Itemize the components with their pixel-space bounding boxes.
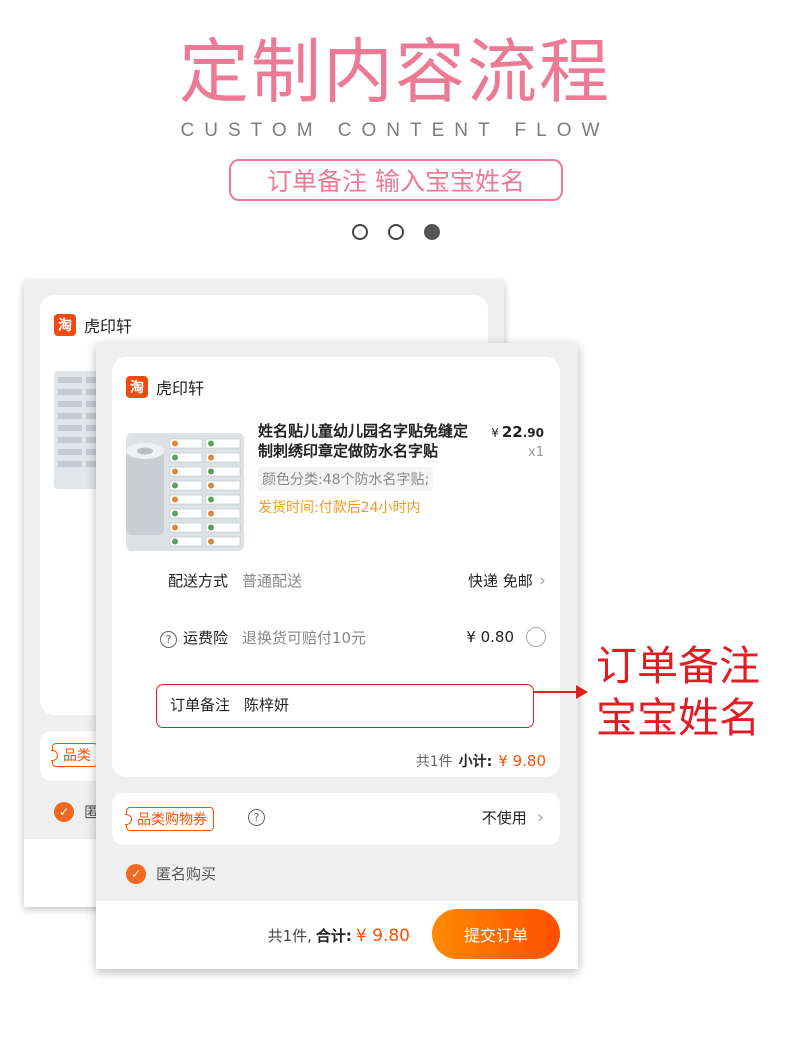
chevron-right-icon: › <box>536 807 544 828</box>
price-decimal: .90 <box>522 426 544 440</box>
insurance-row: ? 运费险 退换货可赔付10元 ¥ 0.80 <box>126 625 546 649</box>
annotation-line-1: 订单备注 <box>596 642 760 690</box>
back-shop-name: 虎印轩 <box>84 317 133 336</box>
delivery-row[interactable]: 配送方式 普通配送 快递 免邮 › <box>126 568 546 592</box>
step-dot-3-active <box>424 224 440 240</box>
product-title[interactable]: 姓名贴儿童幼儿园名字贴免缝定制刺绣印章定做防水名字贴 <box>258 421 474 461</box>
delivery-right-text: 快递 免邮 <box>468 571 533 590</box>
question-icon[interactable]: ? <box>159 630 177 648</box>
total-amount: ¥ 9.80 <box>355 926 410 946</box>
total-count: 共1件, <box>267 927 312 945</box>
annotation-arrow-line <box>533 691 581 693</box>
insurance-label: 运费险 <box>182 628 228 647</box>
anonymous-label: 匿名购买 <box>156 865 217 883</box>
price-integer: 22 <box>501 423 523 441</box>
subtotal-row: 共1件 小计: ¥ 9.80 <box>416 751 546 771</box>
product-quantity: x1 <box>528 445 544 460</box>
back-anonymous-row: ✓ 匿 <box>54 801 99 822</box>
step-indicator <box>352 224 440 240</box>
product-price: ¥22.90 <box>491 423 544 441</box>
insurance-label-wrap: ? 运费险 <box>126 627 242 648</box>
bottom-bar: 共1件, 合计: ¥ 9.80 提交订单 <box>96 901 578 969</box>
submit-order-button[interactable]: 提交订单 <box>432 909 560 959</box>
delivery-label: 配送方式 <box>167 571 228 590</box>
insurance-price-wrap: ¥ 0.80 <box>466 627 546 647</box>
insurance-price: ¥ 0.80 <box>466 628 514 646</box>
price-currency: ¥ <box>491 426 499 440</box>
coupon-row[interactable]: 品类购物券 ? 不使用 › <box>112 793 560 845</box>
step-label: 订单备注 输入宝宝姓名 <box>229 159 563 201</box>
shipping-time: 发货时间:付款后24小时内 <box>258 500 421 516</box>
back-shop-row: 淘 虎印轩 <box>54 313 132 337</box>
coupon-tag: 品类购物券 <box>125 807 214 831</box>
shop-row[interactable]: 淘 虎印轩 <box>126 375 204 399</box>
remark-label: 订单备注 <box>170 696 231 714</box>
insurance-value: 退换货可赔付10元 <box>242 628 367 647</box>
check-icon[interactable]: ✓ <box>126 863 146 884</box>
back-coupon-tag: 品类 <box>51 743 98 767</box>
anonymous-purchase-row[interactable]: ✓ 匿名购买 <box>126 863 216 884</box>
step-dot-2 <box>388 224 404 240</box>
order-confirm-screen: 淘 虎印轩 姓名贴儿童幼儿园名字贴免缝定制刺绣印章定做防水名字贴 ¥ 22.90… <box>96 343 578 969</box>
annotation-line-2: 宝宝姓名 <box>596 694 760 742</box>
step-dot-1 <box>352 224 368 240</box>
subtotal-count: 共1件 <box>415 754 453 770</box>
coupon-value: 不使用 <box>481 809 527 827</box>
remark-row[interactable]: 订单备注 陈梓妍 <box>170 694 289 715</box>
order-card: 淘 虎印轩 姓名贴儿童幼儿园名字贴免缝定制刺绣印章定做防水名字贴 ¥ 22.90… <box>112 357 560 777</box>
total-label: 合计: <box>315 927 352 945</box>
delivery-value: 普通配送 <box>242 571 303 590</box>
subtotal-amount: ¥ 9.80 <box>498 752 546 770</box>
coupon-option: 不使用 › <box>482 807 544 828</box>
shop-name: 虎印轩 <box>156 379 205 398</box>
annotation-callout: 订单备注 宝宝姓名 <box>596 640 786 744</box>
chevron-right-icon: › <box>538 569 546 591</box>
product-sku[interactable]: 颜色分类:48个防水名字贴; <box>258 467 434 491</box>
question-icon[interactable]: ? <box>248 809 265 826</box>
subtotal-label: 小计: <box>458 754 493 770</box>
order-total: 共1件, 合计: ¥ 9.80 <box>268 925 410 946</box>
product-image[interactable] <box>126 433 244 551</box>
delivery-option: 快递 免邮 › <box>468 570 546 591</box>
taobao-icon: 淘 <box>54 314 76 336</box>
insurance-radio[interactable] <box>526 627 546 647</box>
taobao-icon: 淘 <box>126 376 148 398</box>
remark-input[interactable]: 陈梓妍 <box>244 694 289 715</box>
check-icon: ✓ <box>54 801 74 822</box>
arrow-right-icon <box>576 685 588 699</box>
page-title: 定制内容流程 <box>179 31 611 113</box>
page-subtitle: CUSTOM CONTENT FLOW <box>180 120 610 141</box>
